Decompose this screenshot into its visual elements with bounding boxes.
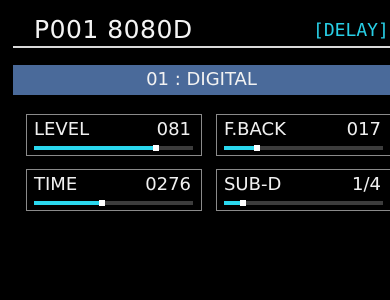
param-level-marker bbox=[254, 145, 260, 151]
param-level-fill bbox=[34, 201, 102, 205]
param-sub-division[interactable]: SUB-D 1/4 bbox=[216, 169, 390, 211]
param-value: 1/4 bbox=[352, 174, 381, 195]
variation-bar[interactable]: 01 : DIGITAL bbox=[13, 65, 390, 95]
param-level-bar bbox=[224, 145, 383, 151]
param-level[interactable]: LEVEL 081 bbox=[26, 114, 202, 156]
effect-type-label: [DELAY] bbox=[313, 20, 389, 41]
param-name: SUB-D bbox=[224, 174, 282, 195]
param-value: 0276 bbox=[145, 174, 191, 195]
effect-edit-screen: P001 8080D [DELAY] 01 : DIGITAL LEVEL 08… bbox=[0, 0, 390, 300]
param-level-marker bbox=[99, 200, 105, 206]
param-value: 017 bbox=[346, 119, 381, 140]
param-level-bar bbox=[224, 200, 383, 206]
param-level-bar bbox=[34, 145, 193, 151]
param-feedback[interactable]: F.BACK 017 bbox=[216, 114, 390, 156]
param-level-fill bbox=[34, 146, 156, 150]
param-time[interactable]: TIME 0276 bbox=[26, 169, 202, 211]
param-name: F.BACK bbox=[224, 119, 286, 140]
variation-label: 01 : DIGITAL bbox=[146, 69, 257, 90]
param-level-fill bbox=[224, 146, 257, 150]
param-level-bar bbox=[34, 200, 193, 206]
param-name: LEVEL bbox=[34, 119, 90, 140]
header-divider bbox=[13, 46, 390, 48]
patch-name: P001 8080D bbox=[34, 15, 193, 44]
param-level-marker bbox=[240, 200, 246, 206]
param-name: TIME bbox=[34, 174, 78, 195]
param-level-marker bbox=[153, 145, 159, 151]
param-value: 081 bbox=[156, 119, 191, 140]
